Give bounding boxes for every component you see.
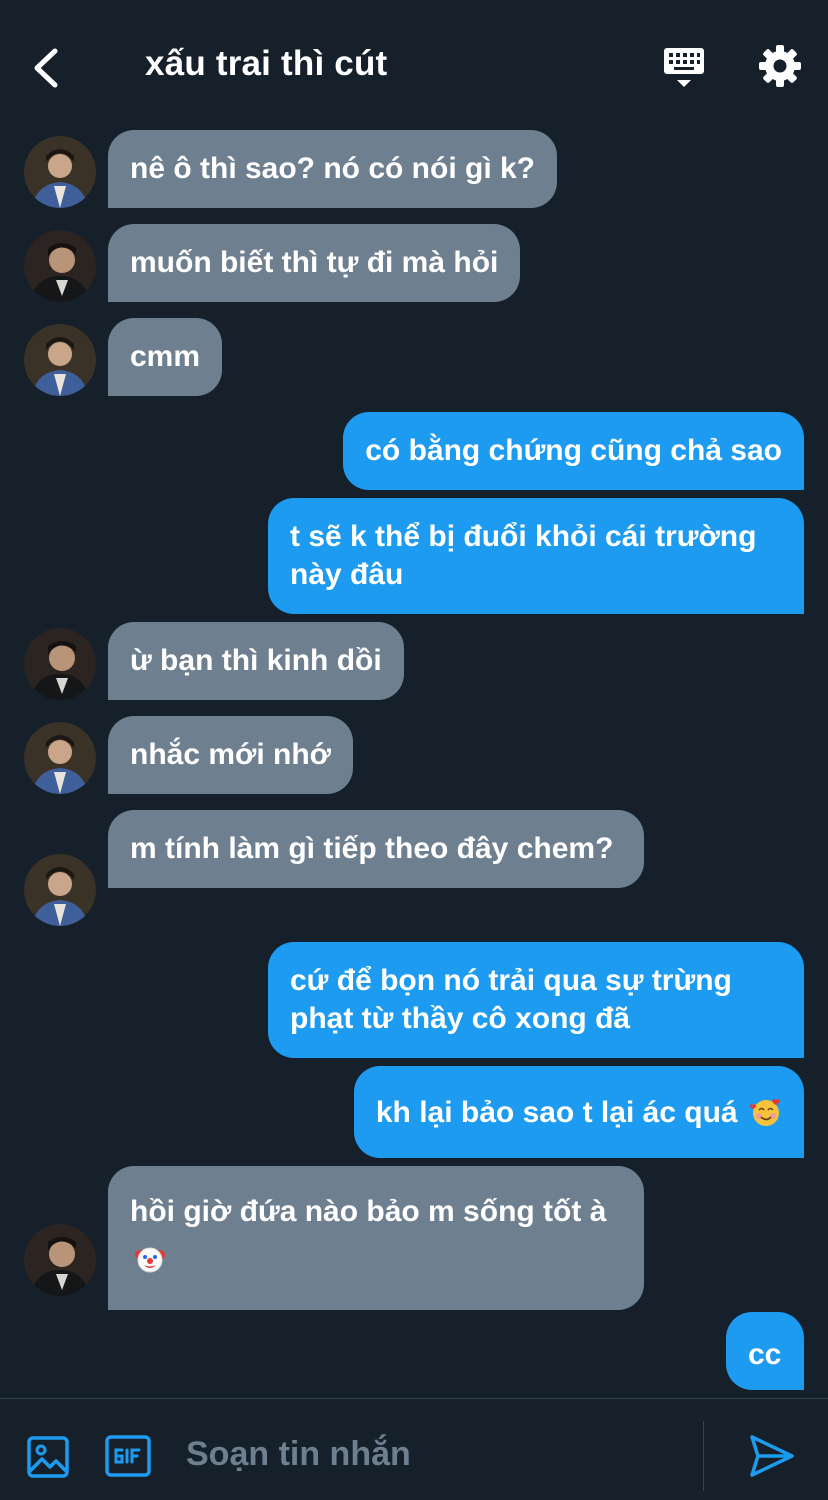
keyboard-icon xyxy=(664,48,704,87)
message-bubble-outgoing[interactable]: cứ để bọn nó trải qua sự trừng phạt từ t… xyxy=(268,942,804,1058)
message-text: cc xyxy=(748,1338,782,1371)
back-button[interactable] xyxy=(22,40,70,96)
message-text: m tính làm gì tiếp theo đây chem? xyxy=(130,832,614,865)
message-bubble-incoming[interactable]: hồi giờ đứa nào bảo m sống tốt à xyxy=(108,1166,644,1310)
avatar-blue-jacket[interactable] xyxy=(24,136,96,208)
smiling-face-with-hearts-icon xyxy=(750,1099,780,1126)
add-gif-button[interactable] xyxy=(105,1435,151,1477)
send-icon xyxy=(750,1435,794,1477)
avatar-blue-jacket[interactable] xyxy=(24,854,96,926)
message-text: nhắc mới nhớ xyxy=(130,738,332,771)
gif-icon xyxy=(105,1435,151,1477)
message-composer: Soạn tin nhắn xyxy=(0,1398,828,1500)
message-bubble-incoming[interactable]: nê ô thì sao? nó có nói gì k? xyxy=(108,130,557,208)
avatar-blue-jacket[interactable] xyxy=(24,722,96,794)
message-bubble-incoming[interactable]: muốn biết thì tự đi mà hỏi xyxy=(108,224,521,302)
add-image-button[interactable] xyxy=(26,1435,70,1479)
conversation-header: xấu trai thì cút xyxy=(0,0,828,120)
message-bubble-outgoing[interactable]: cc xyxy=(726,1312,804,1390)
avatar-dark-suit[interactable] xyxy=(24,1224,96,1296)
message-bubble-outgoing[interactable]: có bằng chứng cũng chả sao xyxy=(343,412,804,490)
message-text: muốn biết thì tự đi mà hỏi xyxy=(130,246,499,279)
message-text: nê ô thì sao? nó có nói gì k? xyxy=(130,152,535,185)
conversation-title[interactable]: xấu trai thì cút xyxy=(145,44,387,84)
message-bubble-outgoing[interactable]: kh lại bảo sao t lại ác quá xyxy=(353,1066,804,1158)
message-text: kh lại bảo sao t lại ác quá xyxy=(375,1096,738,1129)
message-text: ừ bạn thì kinh dồi xyxy=(130,644,382,677)
message-bubble-incoming[interactable]: ừ bạn thì kinh dồi xyxy=(108,622,404,700)
settings-button[interactable] xyxy=(756,42,804,92)
message-text: t sẽ k thể bị đuổi khỏi cái trường này đ… xyxy=(290,520,757,591)
message-bubble-incoming[interactable]: nhắc mới nhớ xyxy=(108,716,354,794)
avatar-dark-suit[interactable] xyxy=(24,628,96,700)
avatar-dark-suit[interactable] xyxy=(24,230,96,302)
message-bubble-incoming[interactable]: m tính làm gì tiếp theo đây chem? xyxy=(108,810,644,888)
clown-face-icon xyxy=(135,1247,165,1273)
keyboard-button[interactable] xyxy=(660,44,708,92)
message-text: cứ để bọn nó trải qua sự trừng phạt từ t… xyxy=(290,964,732,1035)
send-button[interactable] xyxy=(748,1433,796,1479)
message-text: hồi giờ đứa nào bảo m sống tốt à xyxy=(130,1195,607,1228)
message-text: cmm xyxy=(130,340,201,373)
image-icon xyxy=(27,1436,69,1478)
chevron-left-icon xyxy=(34,48,58,88)
gear-icon xyxy=(759,45,801,87)
message-text: có bằng chứng cũng chả sao xyxy=(365,434,782,467)
message-bubble-incoming[interactable]: cmm xyxy=(108,318,223,396)
message-bubble-outgoing[interactable]: t sẽ k thể bị đuổi khỏi cái trường này đ… xyxy=(268,498,804,614)
composer-divider xyxy=(703,1421,704,1491)
avatar-blue-jacket[interactable] xyxy=(24,324,96,396)
compose-message-input[interactable]: Soạn tin nhắn xyxy=(186,1435,411,1474)
